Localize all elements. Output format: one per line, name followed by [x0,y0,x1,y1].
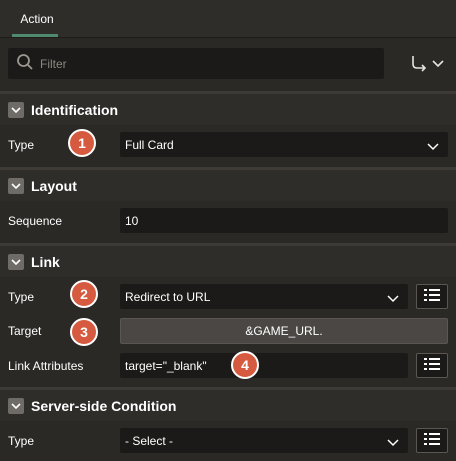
input-value: 10 [125,213,139,228]
select-value: Redirect to URL [125,289,211,304]
callout-badge: 3 [70,318,98,346]
section-title: Link [31,253,60,270]
link-attributes-input[interactable]: target="_blank" [120,353,408,378]
collapse-chevron-icon[interactable] [8,397,24,414]
tab-active-indicator [12,34,58,37]
field-label: Type [8,290,35,304]
select-value: - Select - [125,433,174,448]
link-target-row: Target 3 &GAME_URL. [0,313,456,349]
callout-badge: 2 [70,280,98,308]
tab-action[interactable]: Action [8,0,66,38]
section-title: Layout [31,177,77,194]
collapse-chevron-icon[interactable] [8,101,24,118]
callout-badge: 1 [68,129,96,157]
section-server-side-condition-header[interactable]: Server-side Condition [0,387,456,421]
filter-input[interactable] [40,56,360,71]
list-options-button[interactable] [416,353,448,378]
callout-badge: 4 [231,351,259,379]
section-layout-header[interactable]: Layout [0,167,456,201]
field-label: Link Attributes [8,359,84,373]
link-type-row: Type 2 Redirect to URL [0,279,456,315]
chevron-down-icon [387,436,399,450]
select-value: Full Card [125,137,174,152]
field-label: Type [8,138,35,152]
collapse-chevron-icon[interactable] [8,253,24,270]
field-label: Target [8,324,42,338]
list-icon [423,357,441,374]
target-value: &GAME_URL. [245,324,323,338]
list-options-button[interactable] [416,428,448,453]
field-label: Sequence [8,214,63,228]
filter-box [8,48,384,79]
list-icon [423,288,441,305]
return-arrow-icon [410,54,428,75]
toolbar [0,38,456,90]
identification-type-row: Type 1 Full Card [0,127,456,163]
layout-sequence-row: Sequence 10 [0,203,456,239]
go-to-group-button[interactable] [410,54,444,74]
section-link-header[interactable]: Link [0,243,456,277]
identification-type-select[interactable]: Full Card [120,132,448,157]
list-options-button[interactable] [416,284,448,309]
chevron-down-icon [427,140,439,154]
condition-type-select[interactable]: - Select - [120,428,408,453]
link-type-select[interactable]: Redirect to URL [120,284,408,309]
link-attributes-row: Link Attributes target="_blank" 4 [0,348,456,384]
section-title: Server-side Condition [31,397,177,414]
tab-bar: Action [0,0,456,38]
chevron-down-icon [387,292,399,306]
field-label: Type [8,434,35,448]
sequence-input[interactable]: 10 [120,208,448,233]
list-icon [423,432,441,449]
section-identification-header[interactable]: Identification [0,91,456,125]
condition-type-row: Type - Select - [0,423,456,459]
search-icon [16,53,34,74]
section-title: Identification [31,101,119,118]
chevron-down-icon [432,57,444,71]
collapse-chevron-icon[interactable] [8,177,24,194]
link-target-button[interactable]: &GAME_URL. [120,318,448,344]
input-value: target="_blank" [125,358,207,373]
